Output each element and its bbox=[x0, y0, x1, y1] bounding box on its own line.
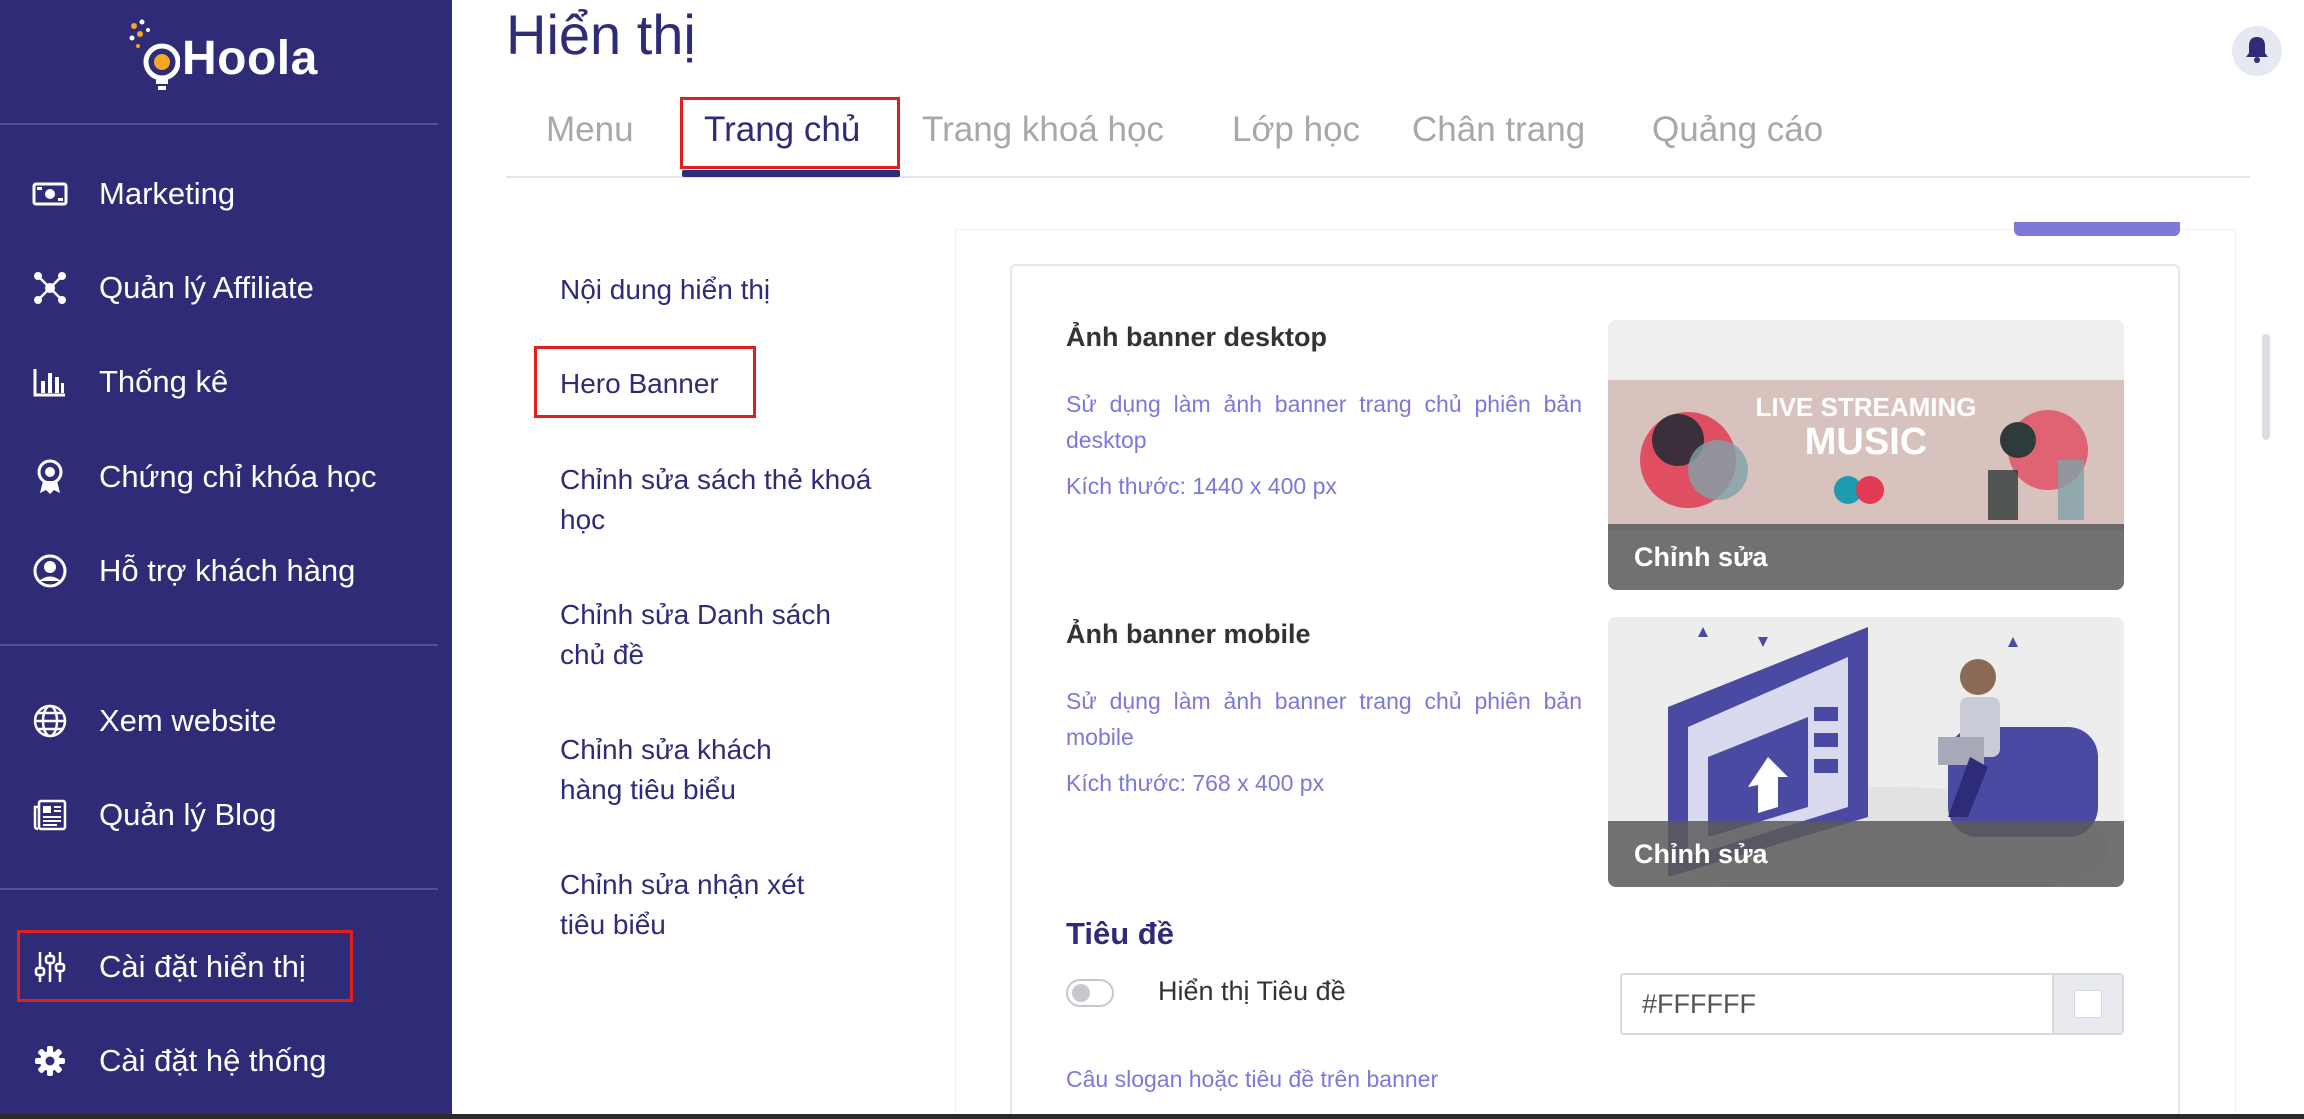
network-icon bbox=[30, 268, 70, 308]
tab-ads[interactable]: Quảng cáo bbox=[1652, 110, 1823, 150]
active-tab-indicator bbox=[682, 170, 900, 177]
subnav-featured-customers[interactable]: Chỉnh sửa khách hàng tiêu biểu bbox=[560, 730, 820, 810]
sidebar-item-affiliate[interactable]: Quản lý Affiliate bbox=[0, 251, 452, 325]
desktop-banner-size: Kích thước: 1440 x 400 px bbox=[1066, 473, 1337, 499]
tab-classes[interactable]: Lớp học bbox=[1232, 110, 1360, 150]
logo[interactable]: Hoola bbox=[128, 18, 318, 98]
sidebar-item-marketing[interactable]: Marketing bbox=[0, 157, 452, 231]
user-circle-icon bbox=[30, 551, 70, 591]
banner-text-line2: MUSIC bbox=[1805, 421, 1927, 463]
mobile-banner-description: Sử dụng làm ảnh banner trang chủ phiên b… bbox=[1066, 688, 1582, 750]
page-title: Hiển thị bbox=[506, 3, 696, 66]
tab-menu[interactable]: Menu bbox=[546, 110, 634, 150]
save-button-edge[interactable] bbox=[2014, 222, 2180, 236]
color-swatch-preview bbox=[2074, 990, 2102, 1018]
show-title-toggle[interactable] bbox=[1066, 979, 1114, 1007]
award-icon bbox=[30, 457, 70, 497]
desktop-banner-image[interactable]: LIVE STREAMING MUSIC Chỉnh sửa bbox=[1608, 320, 2124, 590]
bulb-logo-icon bbox=[128, 18, 181, 98]
brand-name: Hoola bbox=[182, 31, 318, 85]
sidebar: Hoola Marketing Quản lý Affiliate Thống … bbox=[0, 0, 452, 1119]
slogan-label: Câu slogan hoặc tiêu đề trên banner bbox=[1066, 1066, 1439, 1092]
sidebar-item-blog[interactable]: Quản lý Blog bbox=[0, 778, 452, 852]
globe-icon bbox=[30, 701, 70, 741]
sidebar-item-certificate[interactable]: Chứng chỉ khóa học bbox=[0, 440, 452, 514]
title-section-heading: Tiêu đề bbox=[1066, 916, 1174, 951]
sidebar-item-label: Xem website bbox=[99, 703, 277, 738]
edit-label: Chỉnh sửa bbox=[1634, 838, 1768, 869]
sidebar-divider bbox=[0, 888, 438, 890]
sidebar-item-label: Hỗ trợ khách hàng bbox=[99, 553, 356, 588]
sidebar-item-label: Thống kê bbox=[99, 364, 229, 399]
sidebar-item-support[interactable]: Hỗ trợ khách hàng bbox=[0, 534, 452, 608]
subnav-featured-reviews[interactable]: Chỉnh sửa nhận xét tiêu biểu bbox=[560, 865, 820, 945]
sidebar-divider bbox=[0, 123, 438, 125]
app-root: Hoola Marketing Quản lý Affiliate Thống … bbox=[0, 0, 2304, 1119]
bell-icon bbox=[2244, 35, 2270, 68]
show-title-label: Hiển thị Tiêu đề bbox=[1158, 976, 1346, 1006]
notification-button[interactable] bbox=[2232, 26, 2282, 76]
subnav-display-content[interactable]: Nội dung hiển thị bbox=[560, 270, 770, 310]
sidebar-item-view-website[interactable]: Xem website bbox=[0, 684, 452, 758]
subnav-course-cards[interactable]: Chỉnh sửa sách thẻ khoá học bbox=[560, 460, 880, 540]
mobile-banner-size: Kích thước: 768 x 400 px bbox=[1066, 770, 1325, 796]
sidebar-item-label: Quản lý Affiliate bbox=[99, 270, 314, 305]
sidebar-item-label: Chứng chỉ khóa học bbox=[99, 459, 377, 494]
tab-course-page[interactable]: Trang khoá học bbox=[922, 110, 1164, 150]
highlight-box bbox=[17, 930, 353, 1002]
gear-icon bbox=[30, 1041, 70, 1081]
window-bottom-edge bbox=[0, 1114, 2304, 1119]
desktop-banner-description: Sử dụng làm ảnh banner trang chủ phiên b… bbox=[1066, 391, 1582, 453]
desktop-banner-edit-button[interactable]: Chỉnh sửa bbox=[1608, 524, 2124, 590]
newspaper-icon bbox=[30, 795, 70, 835]
title-color-picker[interactable] bbox=[2054, 973, 2124, 1035]
sidebar-item-label: Cài đặt hệ thống bbox=[99, 1043, 327, 1078]
title-color-input[interactable] bbox=[1620, 973, 2054, 1035]
sidebar-item-display-settings[interactable]: Cài đặt hiển thị bbox=[0, 930, 452, 1004]
mobile-banner-edit-button[interactable]: Chỉnh sửa bbox=[1608, 821, 2124, 887]
highlight-box bbox=[534, 346, 756, 418]
sidebar-divider bbox=[0, 644, 438, 646]
scrollbar-thumb[interactable] bbox=[2262, 334, 2270, 440]
bar-chart-icon bbox=[30, 362, 70, 402]
highlight-box bbox=[680, 97, 900, 169]
money-icon bbox=[30, 174, 70, 214]
subnav-topic-list[interactable]: Chỉnh sửa Danh sách chủ đề bbox=[560, 595, 880, 675]
edit-label: Chỉnh sửa bbox=[1634, 541, 1768, 572]
sidebar-item-statistics[interactable]: Thống kê bbox=[0, 345, 452, 419]
mobile-banner-image[interactable]: Chỉnh sửa bbox=[1608, 617, 2124, 887]
sidebar-item-label: Marketing bbox=[99, 176, 236, 211]
toggle-knob bbox=[1072, 984, 1090, 1002]
sidebar-item-label: Quản lý Blog bbox=[99, 797, 277, 832]
tab-footer[interactable]: Chân trang bbox=[1412, 110, 1585, 150]
mobile-banner-title: Ảnh banner mobile bbox=[1066, 619, 1311, 649]
desktop-banner-title: Ảnh banner desktop bbox=[1066, 322, 1328, 352]
banner-text-line1: LIVE STREAMING bbox=[1755, 392, 1976, 422]
sidebar-item-system-settings[interactable]: Cài đặt hệ thống bbox=[0, 1024, 452, 1098]
